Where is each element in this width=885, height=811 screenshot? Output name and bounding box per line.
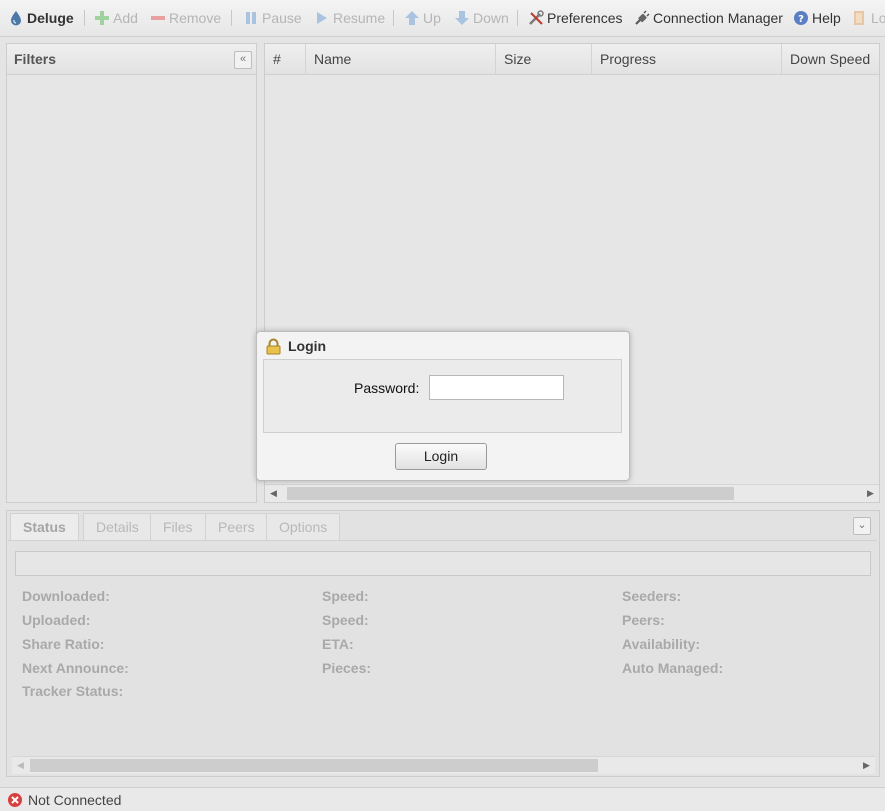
peers-label: Peers: xyxy=(622,612,665,628)
column-header-number[interactable]: # xyxy=(265,44,306,74)
login-form: Password: xyxy=(263,359,622,433)
logout-button[interactable]: Lo xyxy=(852,9,885,27)
downloaded-label: Downloaded: xyxy=(22,588,110,604)
down-label: Down xyxy=(473,10,509,26)
double-chevron-left-icon: « xyxy=(239,53,247,65)
status-bar: Not Connected xyxy=(0,787,885,811)
scrollbar-thumb[interactable] xyxy=(287,487,734,500)
torrent-list-scrollbar[interactable]: ◀ ▶ xyxy=(265,484,879,502)
minus-icon xyxy=(150,10,166,26)
uploaded-label: Uploaded: xyxy=(22,612,91,628)
resume-button[interactable]: Resume xyxy=(314,9,385,27)
tab-peers[interactable]: Peers xyxy=(205,513,268,541)
password-input[interactable] xyxy=(429,375,564,400)
lock-icon xyxy=(265,338,282,355)
scroll-left-arrow-icon[interactable]: ◀ xyxy=(12,757,29,774)
password-label: Password: xyxy=(354,380,420,396)
tab-details[interactable]: Details xyxy=(83,513,152,541)
connection-manager-label: Connection Manager xyxy=(653,10,783,26)
scrollbar-thumb[interactable] xyxy=(30,759,598,772)
pause-label: Pause xyxy=(262,10,302,26)
filters-panel: Filters « xyxy=(6,43,257,503)
toolbar-separator xyxy=(84,10,85,26)
tab-options[interactable]: Options xyxy=(266,513,341,541)
add-label: Add xyxy=(113,10,138,26)
dialog-title: Login xyxy=(288,338,327,354)
torrent-table-header: # Name Size Progress Down Speed xyxy=(265,44,879,75)
progress-bar xyxy=(15,551,871,576)
queue-down-button[interactable]: Down xyxy=(454,9,509,27)
eta-label: ETA: xyxy=(322,636,354,652)
connection-manager-button[interactable]: Connection Manager xyxy=(634,9,783,27)
help-icon: ? xyxy=(793,10,809,26)
pause-button[interactable]: Pause xyxy=(243,9,302,27)
remove-label: Remove xyxy=(169,10,222,26)
resume-label: Resume xyxy=(333,10,386,26)
pieces-label: Pieces: xyxy=(322,660,372,676)
arrow-up-icon xyxy=(404,10,420,26)
queue-up-button[interactable]: Up xyxy=(404,9,441,27)
remove-button[interactable]: Remove xyxy=(150,9,221,27)
auto-managed-label: Auto Managed: xyxy=(622,660,724,676)
deluge-drop-icon xyxy=(8,10,24,26)
plus-icon xyxy=(94,10,110,26)
scroll-right-arrow-icon[interactable]: ▶ xyxy=(862,485,879,502)
login-button[interactable]: Login xyxy=(395,443,487,470)
toolbar: Deluge Add Remove Pause Resume Up Down P… xyxy=(0,0,885,37)
upload-speed-label: Speed: xyxy=(322,612,369,628)
wrench-screwdriver-icon xyxy=(528,10,544,26)
preferences-button[interactable]: Preferences xyxy=(528,9,622,27)
scroll-left-arrow-icon[interactable]: ◀ xyxy=(265,485,282,502)
filters-header: Filters « xyxy=(7,44,256,75)
help-button[interactable]: ? Help xyxy=(793,9,841,27)
door-exit-icon xyxy=(852,10,868,26)
logout-label: Lo xyxy=(871,10,885,26)
collapse-details-button[interactable]: ⌄ xyxy=(853,517,871,535)
filters-title: Filters xyxy=(14,51,57,67)
toolbar-separator xyxy=(231,10,232,26)
availability-label: Availability: xyxy=(622,636,701,652)
login-dialog: Login Password: Login xyxy=(256,331,630,481)
column-header-down-speed[interactable]: Down Speed xyxy=(782,44,879,74)
toolbar-separator xyxy=(517,10,518,26)
add-button[interactable]: Add xyxy=(94,9,138,27)
tracker-status-label: Tracker Status: xyxy=(22,683,124,699)
next-announce-label: Next Announce: xyxy=(22,660,129,676)
help-label: Help xyxy=(812,10,841,26)
tab-files[interactable]: Files xyxy=(150,513,206,541)
tab-status[interactable]: Status xyxy=(10,513,79,541)
download-speed-label: Speed: xyxy=(322,588,369,604)
scroll-right-arrow-icon[interactable]: ▶ xyxy=(858,757,875,774)
column-header-name[interactable]: Name xyxy=(306,44,496,74)
column-header-progress[interactable]: Progress xyxy=(592,44,782,74)
error-icon xyxy=(7,792,23,808)
share-ratio-label: Share Ratio: xyxy=(22,636,105,652)
tab-divider xyxy=(8,540,877,541)
seeders-label: Seeders: xyxy=(622,588,682,604)
connection-status: Not Connected xyxy=(28,792,122,808)
preferences-label: Preferences xyxy=(547,10,623,26)
plug-icon xyxy=(634,10,650,26)
column-header-size[interactable]: Size xyxy=(496,44,592,74)
up-label: Up xyxy=(423,10,441,26)
details-scrollbar[interactable]: ◀ ▶ xyxy=(12,756,875,774)
arrow-down-icon xyxy=(454,10,470,26)
app-name: Deluge xyxy=(27,10,74,26)
play-icon xyxy=(314,10,330,26)
svg-text:?: ? xyxy=(798,14,804,25)
double-chevron-down-icon: ⌄ xyxy=(857,519,867,531)
pause-icon xyxy=(243,10,259,26)
collapse-filters-button[interactable]: « xyxy=(234,51,252,69)
toolbar-separator xyxy=(393,10,394,26)
deluge-logo: Deluge xyxy=(8,9,74,27)
